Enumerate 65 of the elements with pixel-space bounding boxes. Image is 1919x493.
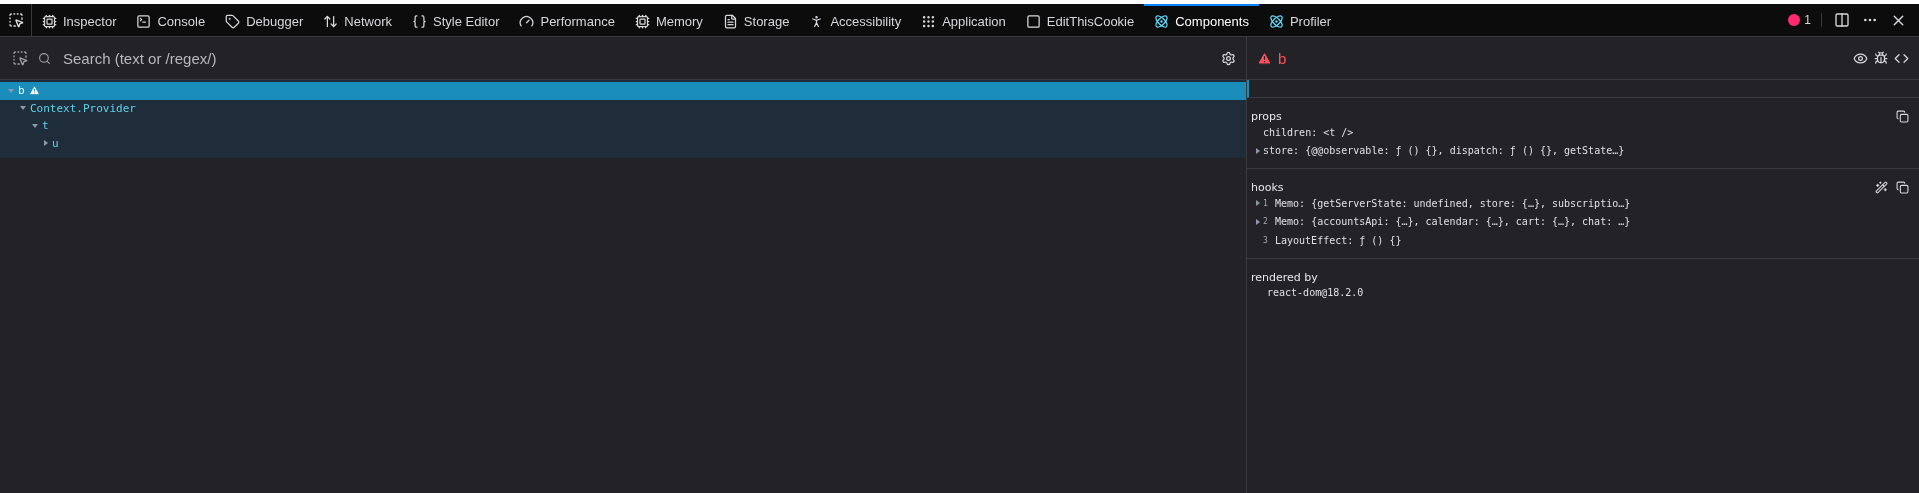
chip-icon [634,13,650,29]
caret-icon[interactable] [44,140,48,147]
square-icon [1025,13,1041,29]
arrows-icon [323,13,339,29]
devtools-tab[interactable]: Application [911,4,1016,36]
chip-icon [42,13,57,29]
file-icon [722,13,738,29]
component-name: Context.Provider [30,101,136,115]
devtools-tab[interactable]: Style Editor [402,4,510,36]
hook-entry: Memo: {accountsApi: {…}, calendar: {…}, cart: {…}, chat: …} [1275,216,1631,228]
caret-icon[interactable] [20,106,26,111]
hook-index: 1 [1263,198,1269,208]
renderer-name: react-dom@18.2.0 [1267,287,1364,299]
copy-icon[interactable] [1896,181,1909,194]
pointer-icon [7,12,24,28]
devtools-tab[interactable]: Performance [509,4,625,36]
tree-row[interactable]: b [0,82,1246,100]
search-field[interactable]: Search (text or /regex/) [61,48,1211,68]
devtools-tab[interactable]: Network [313,4,402,36]
copy-icon[interactable] [1896,110,1909,123]
devtools-tab[interactable]: Profiler [1258,4,1342,36]
tree-row[interactable]: Context.Provider [0,99,1246,117]
atom-icon [1268,13,1284,29]
devtools-tab[interactable]: Components [1144,4,1259,36]
hook-index: 3 [1263,235,1269,245]
grid-icon [921,13,937,29]
tree-row[interactable]: t [0,117,1246,135]
hook-entry: LayoutEffect: ƒ () {} [1275,234,1402,246]
terminal-icon [136,13,152,29]
search-icon [38,51,51,65]
section-title: hooks [1251,181,1284,194]
prop-entry: store: {@@observable: ƒ () {}, dispatch: ƒ () {}, getState…} [1263,145,1625,157]
settings-icon[interactable] [1221,50,1236,66]
caret-icon[interactable] [1256,200,1260,207]
component-name: t [42,119,49,133]
braces-icon [412,13,427,29]
caret-icon[interactable] [1256,218,1260,225]
caret-icon[interactable] [1256,147,1260,154]
section-title: props [1251,110,1282,123]
tree-row[interactable]: u [0,134,1246,152]
section-title: rendered by [1251,270,1318,284]
wand-icon[interactable] [1875,181,1888,194]
devtools-tab[interactable]: EditThisCookie [1015,4,1145,36]
component-title: b [1278,49,1287,67]
devtools-tab[interactable]: Debugger [215,4,314,36]
hook-index: 2 [1263,217,1269,227]
devtools-tab[interactable]: Inspector [32,4,127,36]
bug-icon[interactable] [1874,51,1888,65]
devtools-tab[interactable]: Memory [624,4,713,36]
caret-icon[interactable] [32,123,38,128]
prop-entry: children: <t /> [1263,126,1354,138]
select-element-icon[interactable] [12,50,28,66]
devtools-tab[interactable]: Console [126,4,216,36]
error-count[interactable]: 1 [1788,13,1822,27]
tag-icon [225,13,241,29]
hook-entry: Memo: {getServerState: undefined, store: {…}, subscriptio…} [1275,197,1631,209]
atom-icon [1154,13,1170,29]
error-icon [1788,14,1801,26]
dock-icon[interactable] [1834,12,1850,28]
devtools-tab[interactable]: Accessibility [799,4,912,36]
component-name: u [52,136,59,150]
component-name: b [18,84,25,98]
eye-icon[interactable] [1853,50,1868,66]
gauge-icon [519,13,535,29]
devtools-tab[interactable]: Storage [712,4,800,36]
